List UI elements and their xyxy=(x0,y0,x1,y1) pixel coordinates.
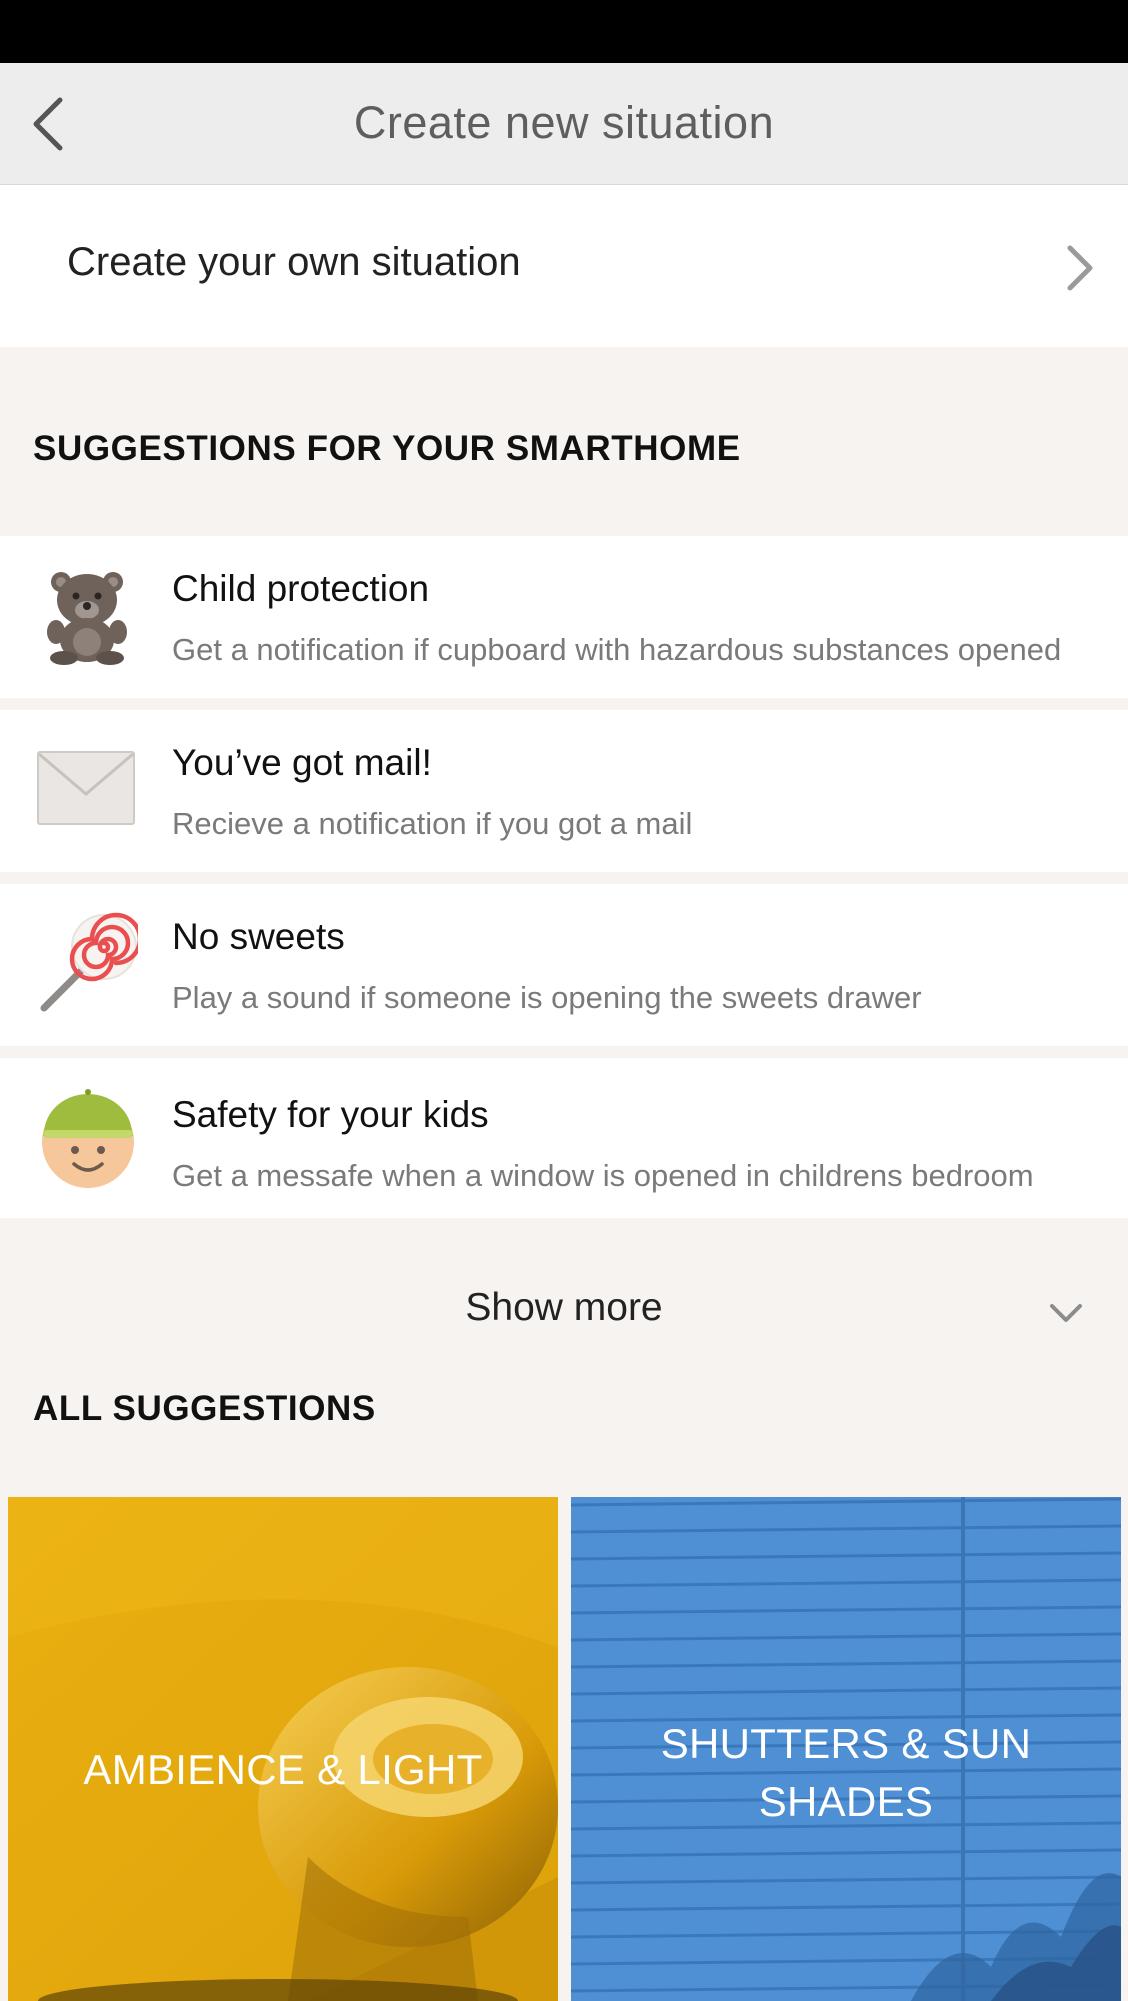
kid-face-icon xyxy=(38,1086,138,1190)
card-divider xyxy=(0,1046,1128,1058)
suggestion-description: Recieve a notification if you got a mail xyxy=(172,806,693,841)
suggestion-title: Safety for your kids xyxy=(172,1094,489,1135)
show-more-label: Show more xyxy=(465,1286,663,1329)
status-bar xyxy=(0,0,1128,63)
tile-label: AMBIENCE & LIGHT xyxy=(83,1746,483,1793)
create-own-situation-row[interactable]: Create your own situation xyxy=(0,185,1128,347)
category-tile-shutters-sunshades[interactable]: SHUTTERS & SUN SHADES xyxy=(571,1497,1121,2001)
tile-label-line1: SHUTTERS & SUN xyxy=(660,1720,1032,1767)
lollipop-icon xyxy=(36,912,143,1014)
suggestion-card-got-mail[interactable]: You’ve got mail! Recieve a notification … xyxy=(0,710,1128,872)
chevron-down-icon xyxy=(1050,1304,1082,1322)
suggestion-description: Play a sound if someone is opening the s… xyxy=(172,980,922,1015)
page-title: Create new situation xyxy=(353,97,775,148)
suggestion-description: Get a notification if cupboard with haza… xyxy=(172,632,1062,667)
envelope-icon xyxy=(36,750,136,826)
navigation-bar: Create new situation xyxy=(0,63,1128,185)
card-divider xyxy=(0,872,1128,884)
card-divider xyxy=(0,698,1128,710)
show-more-button[interactable]: Show more xyxy=(0,1253,1128,1363)
category-tile-ambience-light[interactable]: AMBIENCE & LIGHT xyxy=(8,1497,558,2001)
create-own-situation-label: Create your own situation xyxy=(67,240,521,284)
tile-label-line2: SHADES xyxy=(758,1778,934,1825)
section-title-suggestions: SUGGESTIONS FOR YOUR SMARTHOME xyxy=(33,429,741,468)
suggestion-card-no-sweets[interactable]: No sweets Play a sound if someone is ope… xyxy=(0,884,1128,1046)
suggestion-card-safety-kids[interactable]: Safety for your kids Get a messafe when … xyxy=(0,1058,1128,1218)
suggestion-title: No sweets xyxy=(172,916,345,957)
chevron-right-icon xyxy=(1067,245,1093,291)
suggestion-title: You’ve got mail! xyxy=(172,742,432,783)
suggestion-description: Get a messafe when a window is opened in… xyxy=(172,1158,1034,1193)
suggestion-card-child-protection[interactable]: Child protection Get a notification if c… xyxy=(0,536,1128,698)
suggestions-section: SUGGESTIONS FOR YOUR SMARTHOME xyxy=(0,347,1128,536)
section-title-all-suggestions: ALL SUGGESTIONS xyxy=(33,1389,376,1428)
teddy-bear-icon xyxy=(36,564,138,666)
suggestion-title: Child protection xyxy=(172,568,430,609)
